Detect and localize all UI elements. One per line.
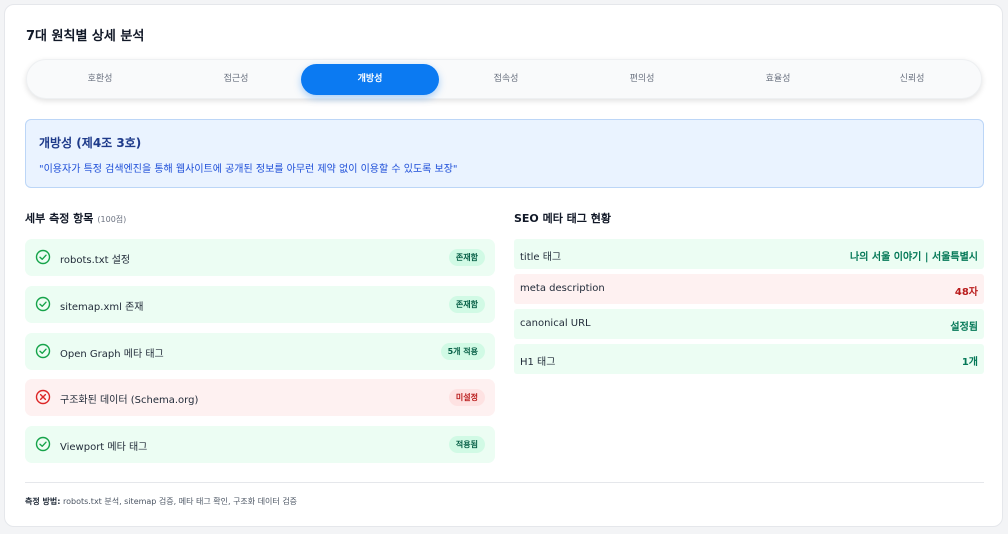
status-badge: 존재함: [448, 296, 485, 313]
tab-compatibility[interactable]: 호환성: [31, 64, 169, 95]
status-badge: 적용됨: [448, 436, 485, 453]
status-badge: 존재함: [448, 249, 485, 266]
divider: [25, 482, 984, 483]
seo-row-value: 1개: [961, 357, 978, 368]
detail-item-label: 구조화된 데이터 (Schema.org): [60, 395, 199, 406]
section-title: 7대 원칙별 상세 분석: [26, 29, 145, 44]
detail-item-label: sitemap.xml 존재: [60, 302, 144, 313]
tab-openness[interactable]: 개방성: [301, 64, 439, 95]
check-circle-icon: [35, 343, 51, 359]
seo-row-value: 설정됨: [950, 322, 978, 333]
principle-info-quote: "이용자가 특정 검색엔진을 통해 웹사이트에 공개된 정보를 아무런 제약 없…: [39, 164, 458, 175]
details-heading: 세부 측정 항목 (100점): [25, 210, 126, 226]
principle-info-title: 개방성 (제4조 3호): [39, 136, 142, 150]
seo-row-label: title 태그: [520, 252, 562, 263]
detail-item-label: Open Graph 메타 태그: [60, 349, 164, 360]
principle-tabs: 호환성 접근성 개방성 접속성 편의성 효율성 신뢰성: [26, 59, 982, 99]
seo-row-value: 나의 서울 이야기 | 서울특별시: [850, 252, 978, 263]
detail-item: Open Graph 메타 태그 5개 적용: [25, 333, 495, 370]
seo-row: canonical URL 설정됨: [514, 309, 984, 339]
tab-efficiency[interactable]: 효율성: [709, 64, 847, 95]
seo-row-label: meta description: [520, 283, 605, 294]
detail-item: 구조화된 데이터 (Schema.org) 미설정: [25, 379, 495, 416]
detail-item: Viewport 메타 태그 적용됨: [25, 426, 495, 463]
seo-row: H1 태그 1개: [514, 344, 984, 374]
check-circle-icon: [35, 436, 51, 452]
tab-accessibility[interactable]: 접근성: [167, 64, 305, 95]
seo-row: meta description 48자: [514, 274, 984, 304]
tab-convenience[interactable]: 편의성: [573, 64, 711, 95]
status-badge: 미설정: [448, 389, 485, 406]
measurement-method-label: 측정 방법:: [25, 497, 61, 506]
seo-row-value: 48자: [954, 287, 978, 298]
tab-connectivity[interactable]: 접속성: [437, 64, 575, 95]
check-circle-icon: [35, 296, 51, 312]
measurement-method-text: robots.txt 분석, sitemap 검증, 메타 태그 확인, 구조화…: [60, 497, 298, 506]
detail-item: robots.txt 설정 존재함: [25, 239, 495, 276]
details-title: 세부 측정 항목: [25, 212, 94, 225]
x-circle-icon: [35, 389, 51, 405]
detail-item: sitemap.xml 존재 존재함: [25, 286, 495, 323]
detail-item-label: Viewport 메타 태그: [60, 442, 148, 453]
measurement-method: 측정 방법: robots.txt 분석, sitemap 검증, 메타 태그 …: [25, 496, 297, 507]
seo-row-label: canonical URL: [520, 318, 591, 329]
check-circle-icon: [35, 249, 51, 265]
detail-item-label: robots.txt 설정: [60, 255, 131, 266]
details-points: (100점): [97, 215, 127, 224]
seo-row-label: H1 태그: [520, 357, 556, 368]
seo-heading: SEO 메타 태그 현황: [514, 212, 611, 225]
status-badge: 5개 적용: [440, 343, 485, 360]
seo-row: title 태그 나의 서울 이야기 | 서울특별시: [514, 239, 984, 269]
analysis-card: 7대 원칙별 상세 분석 호환성 접근성 개방성 접속성 편의성 효율성 신뢰성…: [4, 4, 1003, 527]
principle-info-box: 개방성 (제4조 3호) "이용자가 특정 검색엔진을 통해 웹사이트에 공개된…: [25, 119, 984, 188]
tab-reliability[interactable]: 신뢰성: [843, 64, 981, 95]
